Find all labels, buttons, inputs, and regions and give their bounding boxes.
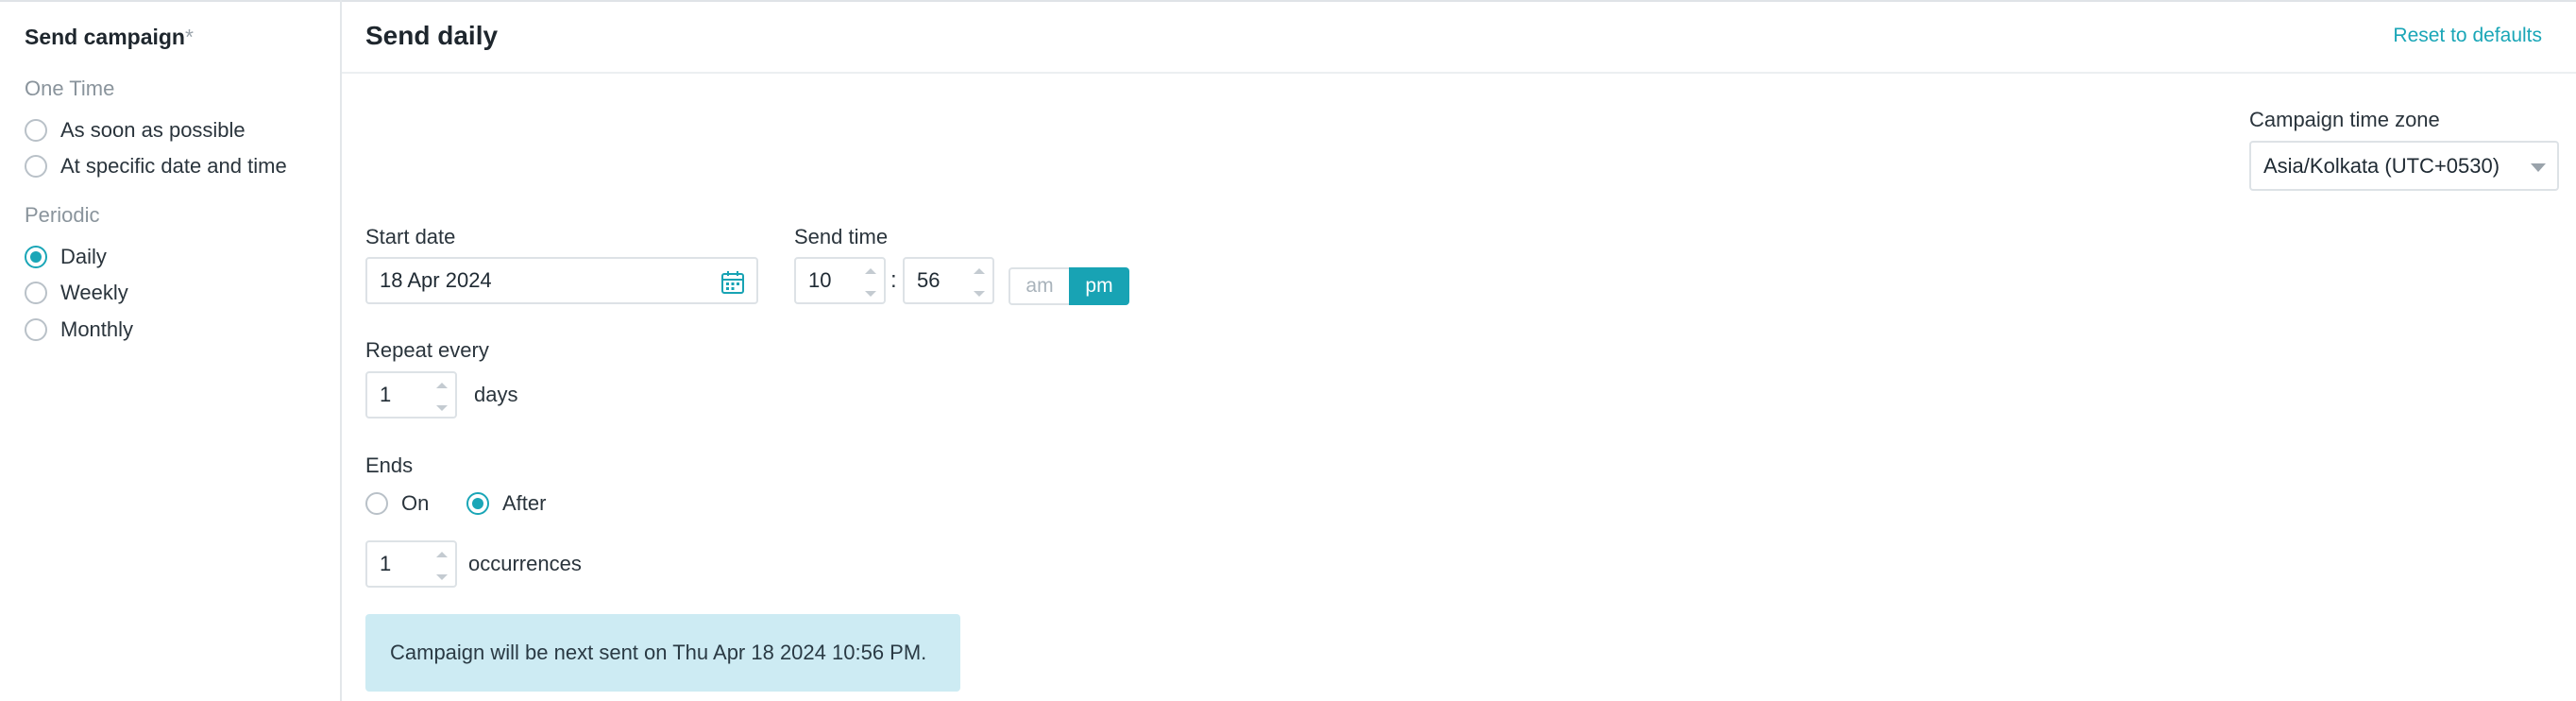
stepper-down-icon[interactable]: [974, 291, 985, 297]
occurrences-stepper[interactable]: 1: [365, 540, 457, 588]
next-send-info-text: Campaign will be next sent on Thu Apr 18…: [390, 641, 927, 664]
radio-daily[interactable]: [25, 246, 47, 268]
stepper-down-icon[interactable]: [436, 574, 448, 580]
option-as-soon-as-possible[interactable]: As soon as possible: [25, 116, 246, 145]
hour-value: 10: [808, 268, 832, 292]
repeat-interval-value: 1: [380, 383, 392, 406]
option-specific-date-time[interactable]: At specific date and time: [25, 152, 287, 180]
ends-after-option[interactable]: After: [466, 489, 546, 518]
start-date-field[interactable]: 18 Apr 2024: [365, 257, 758, 304]
radio-ends-after[interactable]: [466, 492, 489, 515]
option-label: As soon as possible: [60, 118, 246, 142]
send-campaign-sidebar: Send campaign* One Time As soon as possi…: [0, 0, 342, 701]
occurrences-unit: occurrences: [468, 552, 582, 575]
stepper-up-icon[interactable]: [974, 268, 985, 274]
radio-specific-date-time[interactable]: [25, 155, 47, 178]
stepper-up-icon[interactable]: [436, 383, 448, 388]
timezone-select[interactable]: Asia/Kolkata (UTC+0530): [2249, 141, 2559, 191]
repeat-every-label: Repeat every: [365, 338, 489, 362]
am-button[interactable]: am: [1008, 267, 1069, 305]
timezone-value: Asia/Kolkata (UTC+0530): [2263, 153, 2500, 178]
am-pm-toggle[interactable]: am pm: [1008, 267, 1129, 305]
start-date-value: 18 Apr 2024: [380, 268, 492, 292]
pm-button[interactable]: pm: [1069, 267, 1129, 305]
occurrences-value: 1: [380, 552, 392, 575]
stepper-up-icon[interactable]: [436, 552, 448, 557]
calendar-icon[interactable]: [720, 270, 745, 295]
repeat-spinner[interactable]: [436, 381, 448, 413]
start-date-label: Start date: [365, 225, 456, 248]
option-label: Daily: [60, 245, 107, 268]
option-monthly[interactable]: Monthly: [25, 316, 133, 344]
radio-weekly[interactable]: [25, 282, 47, 304]
main-header: Send daily Reset to defaults: [342, 0, 2576, 74]
ends-on-label: On: [401, 491, 430, 515]
minute-spinner[interactable]: [974, 266, 985, 299]
stepper-down-icon[interactable]: [865, 291, 876, 297]
hour-spinner[interactable]: [865, 266, 876, 299]
minute-value: 56: [917, 268, 941, 292]
stepper-up-icon[interactable]: [865, 268, 876, 274]
repeat-interval-stepper[interactable]: 1: [365, 371, 457, 419]
periodic-group-label: Periodic: [25, 203, 100, 227]
minute-stepper[interactable]: 56: [903, 257, 994, 304]
ends-after-label: After: [502, 491, 547, 515]
reset-to-defaults-link[interactable]: Reset to defaults: [2393, 25, 2542, 47]
sidebar-title: Send campaign*: [25, 25, 194, 50]
required-mark: *: [184, 25, 194, 49]
radio-as-soon-as-possible[interactable]: [25, 119, 47, 142]
timezone-label: Campaign time zone: [2249, 108, 2440, 131]
option-weekly[interactable]: Weekly: [25, 279, 128, 307]
repeat-unit: days: [474, 383, 518, 406]
ends-label: Ends: [365, 453, 414, 477]
send-time-label: Send time: [794, 225, 889, 248]
occurrences-spinner[interactable]: [436, 550, 448, 582]
hour-stepper[interactable]: 10: [794, 257, 886, 304]
sidebar-title-text: Send campaign: [25, 25, 185, 49]
ends-on-option[interactable]: On: [365, 489, 429, 518]
radio-monthly[interactable]: [25, 318, 47, 341]
time-separator: :: [890, 267, 897, 293]
option-daily[interactable]: Daily: [25, 243, 107, 271]
page-title: Send daily: [365, 21, 499, 50]
chevron-down-icon: [2531, 163, 2546, 172]
option-label: Monthly: [60, 317, 134, 341]
next-send-info-banner: Campaign will be next sent on Thu Apr 18…: [365, 614, 960, 692]
radio-ends-on[interactable]: [365, 492, 388, 515]
stepper-down-icon[interactable]: [436, 405, 448, 411]
option-label: Weekly: [60, 281, 128, 304]
option-label: At specific date and time: [60, 154, 287, 178]
one-time-group-label: One Time: [25, 77, 115, 100]
